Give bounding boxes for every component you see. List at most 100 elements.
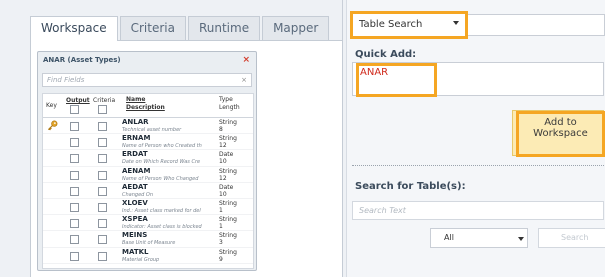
output-checkbox[interactable] — [70, 251, 79, 261]
quick-add-value: ANAR — [360, 67, 389, 78]
table-row: XSPEA Indicator: Asset class is blocked St… — [43, 215, 253, 232]
output-checkbox[interactable] — [70, 138, 79, 148]
field-length: 12 — [219, 174, 227, 182]
output-checkbox[interactable] — [70, 154, 79, 164]
table-row: ANLAR Technical asset number String 8 — [43, 118, 253, 135]
header-description-label: Description — [126, 104, 165, 111]
criteria-checkbox[interactable] — [98, 202, 107, 212]
key-icon — [47, 120, 58, 131]
header-length-label: Length — [219, 104, 240, 111]
field-description: Material Group — [122, 256, 160, 263]
table-row: AEDAT Changed On Date 10 — [43, 183, 253, 199]
search-mode-select[interactable]: Table Search — [350, 11, 468, 39]
fields-grid: Key Output Criteria Name Description Typ… — [42, 93, 254, 269]
quick-add-input[interactable]: ANAR — [352, 62, 604, 97]
find-fields-input[interactable]: Find Fields × — [42, 73, 252, 87]
tab-workspace[interactable]: Workspace — [30, 16, 118, 41]
output-checkbox[interactable] — [70, 202, 79, 212]
tab-bar: Workspace Criteria Runtime Mapper — [30, 16, 331, 41]
criteria-checkbox[interactable] — [98, 235, 107, 245]
criteria-checkbox[interactable] — [98, 219, 107, 229]
header-criteria: Criteria — [93, 97, 116, 104]
field-description: Date on Which Record Was Cre — [122, 159, 201, 166]
field-length: 1 — [219, 223, 223, 231]
field-description: Name of Person who Created th — [122, 143, 202, 150]
output-checkbox[interactable] — [70, 219, 79, 229]
criteria-checkbox[interactable] — [98, 138, 107, 148]
tab-mapper[interactable]: Mapper — [262, 16, 330, 40]
search-mode-select-body[interactable] — [468, 14, 605, 36]
field-name: XSPEA — [122, 215, 148, 224]
add-to-workspace-line1: Add to — [544, 117, 577, 128]
section-divider — [352, 165, 604, 166]
filter-value: All — [444, 233, 454, 242]
field-name: MATKL — [122, 247, 149, 256]
table-row: MEINS Base Unit of Measure String 3 — [43, 231, 253, 248]
close-icon[interactable]: × — [242, 52, 250, 68]
field-description: Indicator: Asset class is blocked — [122, 224, 202, 231]
field-name: MEINS — [122, 231, 148, 240]
field-name: ERDAT — [122, 150, 148, 159]
entity-header[interactable]: ANAR (Asset Types) × — [38, 52, 256, 68]
field-name: AEDAT — [122, 182, 148, 191]
search-button-label: Search — [561, 233, 589, 242]
workspace-pane: Workspace Criteria Runtime Mapper ANAR (… — [0, 0, 343, 277]
app-root: Workspace Criteria Runtime Mapper ANAR (… — [0, 0, 605, 277]
table-row: ERDAT Date on Which Record Was Cre Date 10 — [43, 150, 253, 167]
criteria-checkbox[interactable] — [98, 251, 107, 261]
output-checkbox[interactable] — [70, 170, 79, 180]
criteria-checkbox[interactable] — [98, 154, 107, 164]
field-description: Name of Person Who Changed — [122, 175, 199, 182]
field-type: String — [219, 135, 237, 143]
criteria-checkbox[interactable] — [98, 170, 107, 180]
table-row: AENAM Name of Person Who Changed String 12 — [43, 167, 253, 183]
field-length: 10 — [219, 190, 227, 198]
table-row: MATKL Material Group String 9 — [43, 248, 253, 264]
output-checkbox[interactable] — [70, 235, 79, 245]
clear-icon[interactable]: × — [241, 74, 247, 86]
field-length: 9 — [219, 255, 223, 263]
search-mode-value: Table Search — [359, 19, 423, 30]
search-text-placeholder: Search Text — [359, 206, 406, 215]
search-pane: Table Search Quick Add: ANAR Add to Work… — [344, 0, 605, 277]
field-description: Changed On — [122, 191, 154, 198]
grid-header: Key Output Criteria Name Description Typ… — [43, 94, 253, 118]
field-type: Date — [219, 183, 234, 191]
field-name: AENAM — [122, 166, 151, 175]
header-name-label: Name — [126, 96, 146, 103]
field-description: Technical asset number — [122, 127, 182, 133]
table-row: ERNAM Name of Person who Created th String… — [43, 134, 253, 151]
field-type: String — [219, 232, 237, 240]
select-all-criteria-checkbox[interactable] — [98, 105, 107, 114]
criteria-checkbox[interactable] — [98, 186, 107, 196]
header-type-label: Type — [219, 96, 233, 103]
header-output[interactable]: Output — [66, 97, 90, 104]
field-description: Base Unit of Measure — [122, 240, 176, 247]
field-type: String — [219, 199, 237, 207]
field-type: String — [219, 248, 237, 256]
header-key: Key — [46, 102, 57, 109]
field-type: String — [219, 167, 237, 175]
chevron-down-icon — [453, 21, 459, 25]
tab-criteria[interactable]: Criteria — [119, 16, 186, 40]
grid-rows: ANLAR Technical asset number String 8 ERNAM N… — [43, 118, 253, 264]
tab-runtime[interactable]: Runtime — [187, 16, 261, 40]
field-length: 10 — [219, 158, 227, 166]
select-all-output-checkbox[interactable] — [70, 105, 79, 114]
output-checkbox[interactable] — [70, 122, 79, 131]
table-row: XLOEV Ind.: Asset class marked for del Str… — [43, 199, 253, 216]
field-description: Ind.: Asset class marked for del — [122, 207, 201, 214]
criteria-checkbox[interactable] — [98, 122, 107, 131]
output-checkbox[interactable] — [70, 186, 79, 196]
field-type: String — [219, 119, 237, 126]
field-length: 8 — [219, 126, 223, 133]
table-entity-card[interactable]: ANAR (Asset Types) × Find Fields × Key O… — [37, 51, 257, 271]
field-name: ANLAR — [122, 118, 149, 126]
header-name[interactable]: Name Description — [126, 96, 165, 112]
field-length: 1 — [219, 206, 223, 214]
chevron-down-icon — [518, 237, 524, 241]
field-length: 3 — [219, 239, 223, 247]
add-to-workspace-line2: Workspace — [533, 128, 588, 139]
search-tables-label: Search for Table(s): — [355, 181, 466, 192]
quick-add-label: Quick Add: — [355, 49, 417, 60]
